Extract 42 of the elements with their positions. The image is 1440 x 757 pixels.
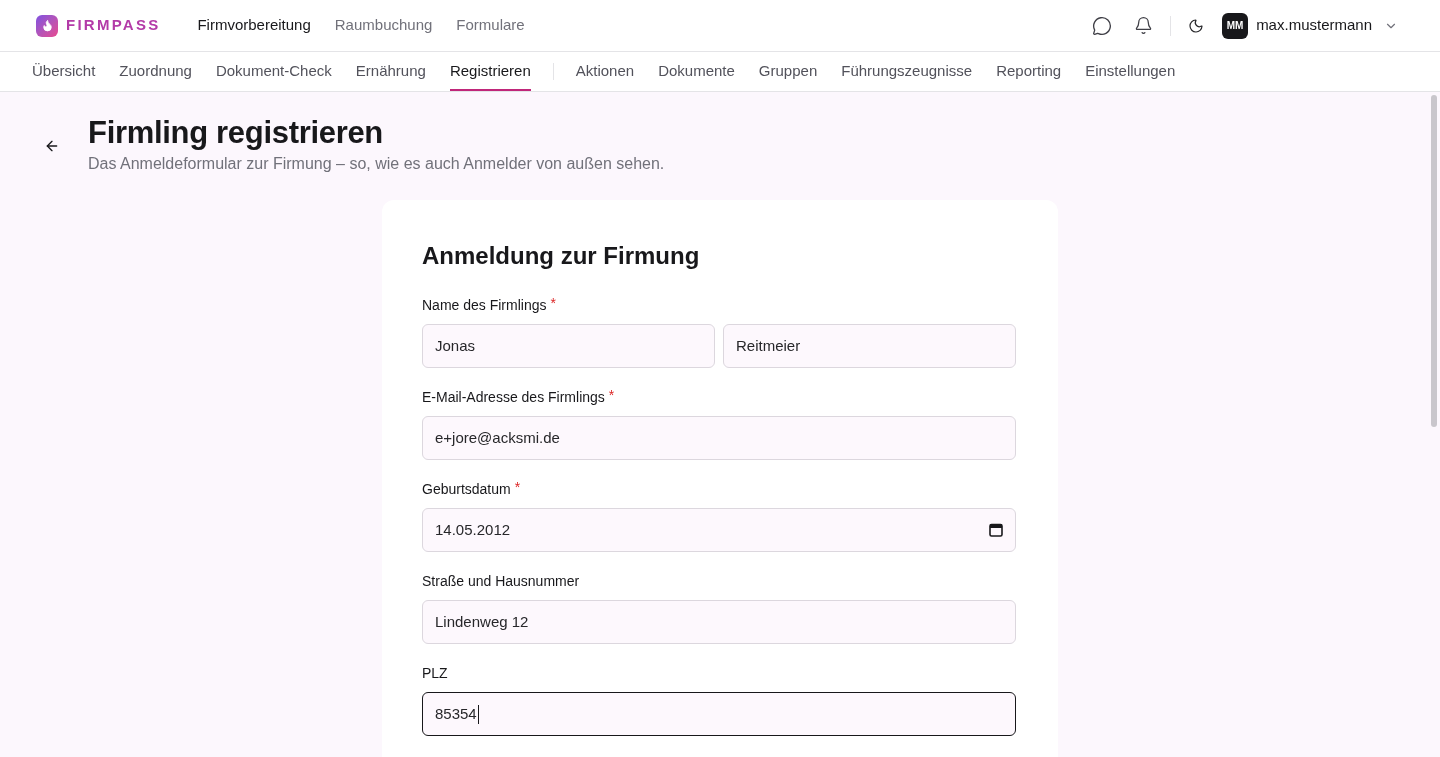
- input-field[interactable]: Jonas: [422, 324, 715, 368]
- required-mark: *: [608, 387, 615, 403]
- brand-name: FIRMPASS: [66, 15, 161, 36]
- input-field[interactable]: e+jore@acksmi.de: [422, 416, 1016, 460]
- tab[interactable]: Dokumente: [658, 52, 735, 91]
- back-arrow-icon[interactable]: [44, 138, 60, 154]
- field-label: PLZ: [422, 664, 448, 683]
- user-name: max.mustermann: [1256, 15, 1372, 36]
- nav-link[interactable]: Raumbuchung: [334, 14, 433, 37]
- nav-link[interactable]: Formulare: [456, 14, 525, 37]
- user-menu[interactable]: MM max.mustermann: [1222, 12, 1398, 39]
- user-avatar: MM: [1222, 12, 1249, 39]
- tab[interactable]: Ernährung: [355, 52, 426, 91]
- form-title: Anmeldung zur Firmung: [422, 241, 701, 271]
- text-cursor-icon: [477, 704, 479, 724]
- date-field[interactable]: 14.05.2012: [422, 508, 1016, 552]
- input-field[interactable]: Lindenweg 12: [422, 600, 1016, 644]
- required-mark: *: [550, 295, 556, 311]
- field-label: Name des Firmlings: [422, 296, 547, 315]
- page-subtitle: Das Anmeldeformular zur Firmung – so, wie es auch Anmelder von außen sehen.: [88, 154, 665, 174]
- nav-link[interactable]: Firmvorbereitung: [197, 14, 311, 37]
- notification-bell-icon[interactable]: [1133, 15, 1154, 36]
- field-label: E-Mail-Adresse des Firmlings: [422, 388, 605, 407]
- tab[interactable]: Gruppen: [758, 52, 818, 91]
- tab[interactable]: Einstellungen: [1085, 52, 1176, 91]
- tab[interactable]: Reporting: [996, 52, 1062, 91]
- calendar-icon[interactable]: [989, 523, 1003, 537]
- page-title: Firmling registrieren: [88, 115, 384, 151]
- field-label: Straße und Hausnummer: [422, 572, 580, 591]
- dark-mode-icon[interactable]: [1188, 17, 1205, 34]
- input-field[interactable]: 85354: [422, 692, 1016, 736]
- tab[interactable]: Führungszeugnisse: [841, 52, 973, 91]
- input-field[interactable]: Reitmeier: [723, 324, 1016, 368]
- flame-logo-icon: [36, 14, 58, 37]
- scrollbar-thumb[interactable]: [1431, 95, 1437, 427]
- chat-icon[interactable]: [1092, 15, 1113, 36]
- tab[interactable]: Aktionen: [575, 52, 635, 91]
- tab[interactable]: Zuordnung: [119, 52, 192, 91]
- required-mark: *: [514, 479, 521, 495]
- field-label: Geburtsdatum: [422, 480, 511, 499]
- tab[interactable]: Übersicht: [32, 52, 96, 91]
- tab[interactable]: Dokument-Check: [215, 52, 332, 91]
